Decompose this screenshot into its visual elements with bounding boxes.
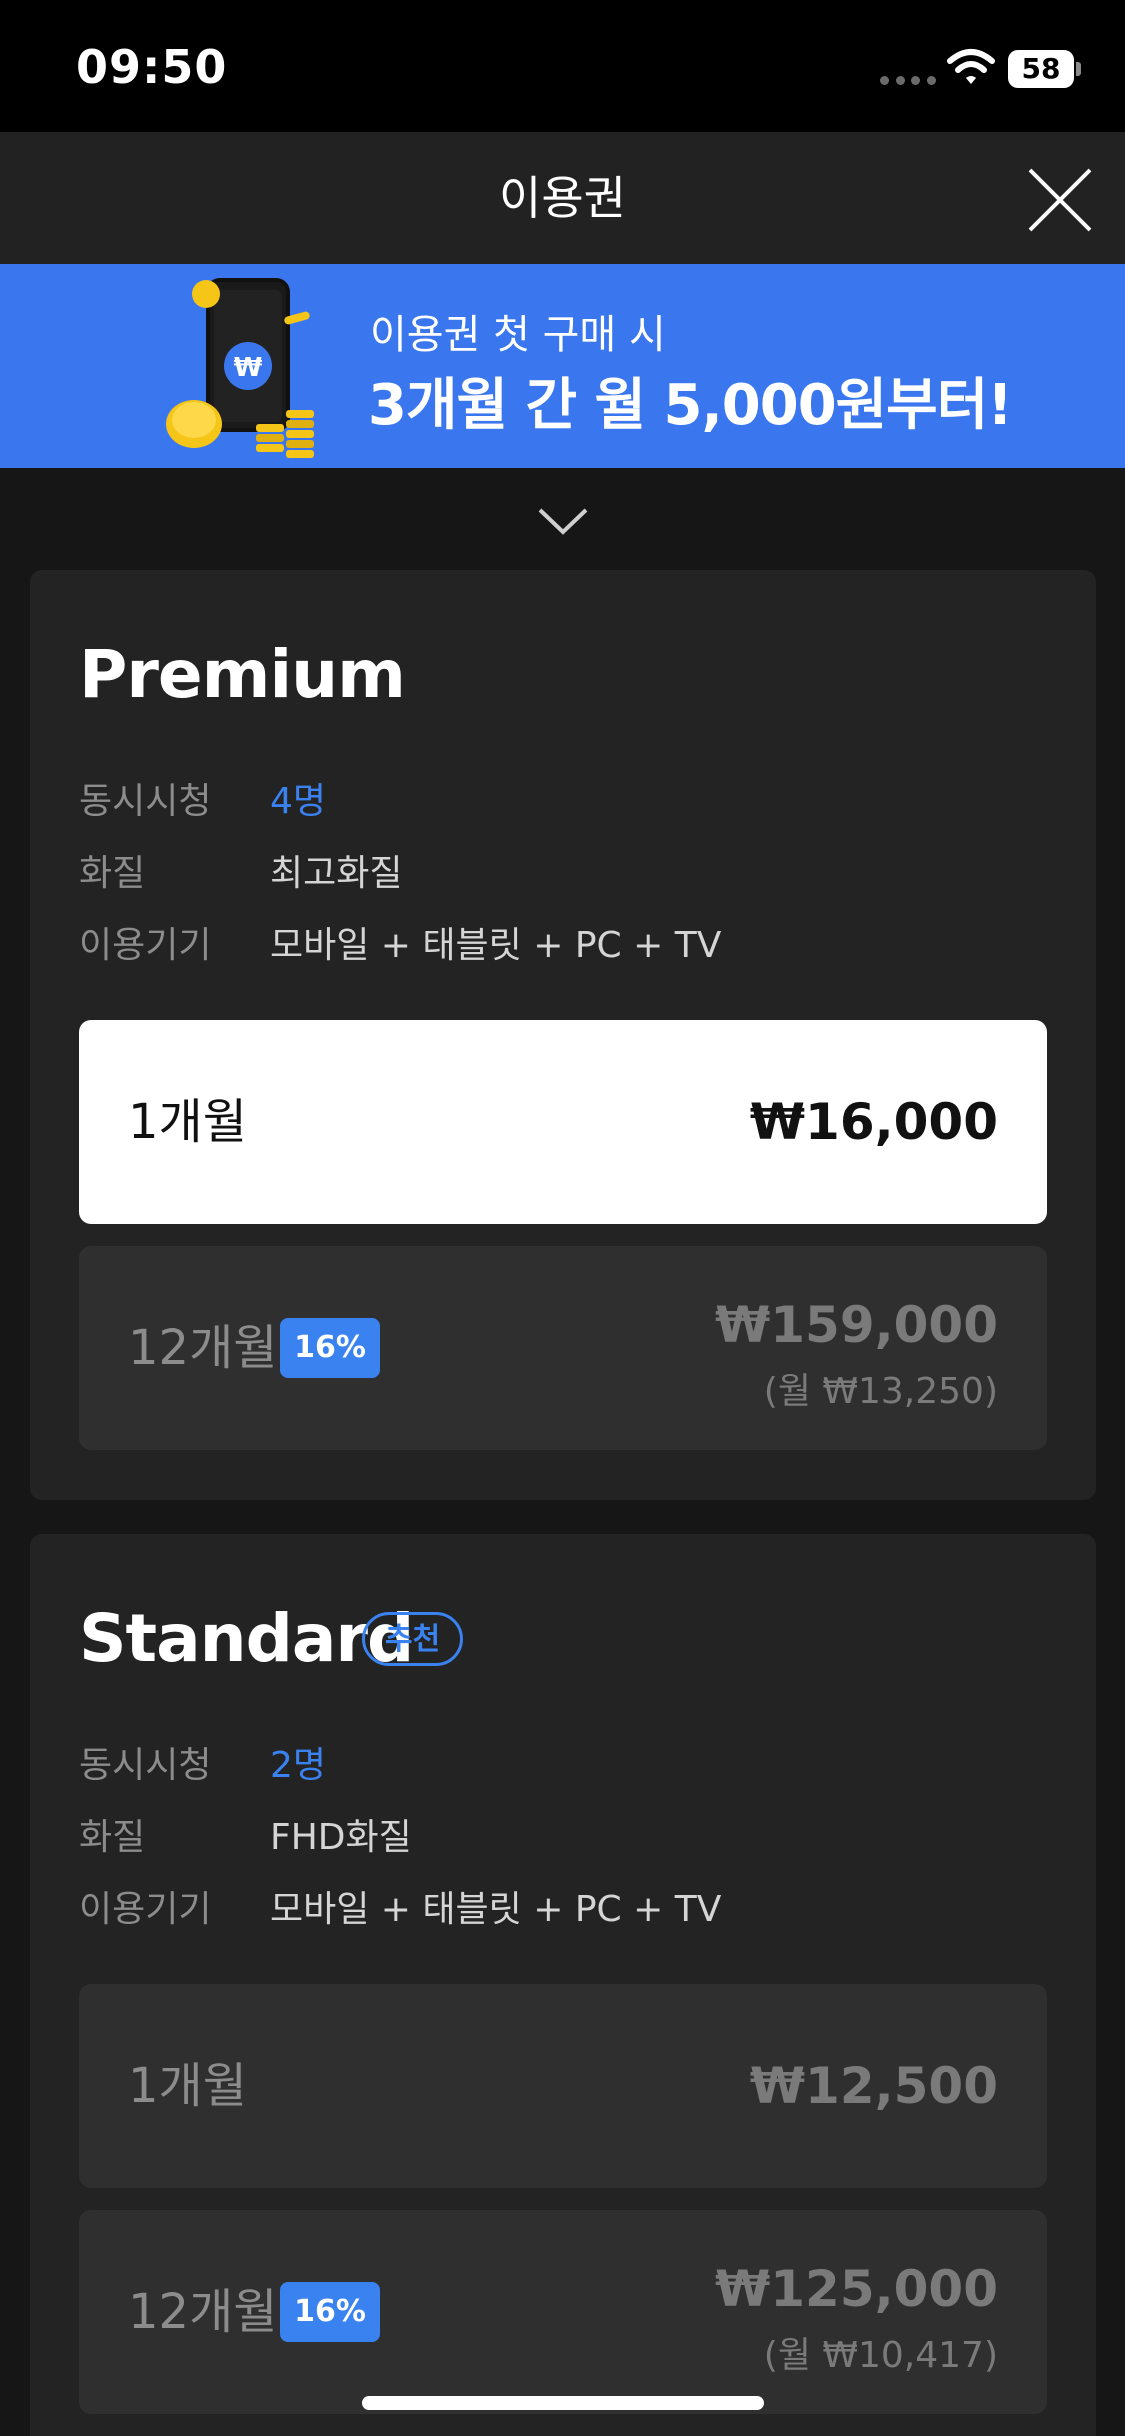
promo-title: 3개월 간 월 5,000원부터!: [368, 373, 1013, 438]
feature-value: 4명: [270, 781, 327, 822]
option-monthly-price: (월 ₩10,417): [763, 2335, 998, 2376]
page-title: 이용권: [499, 171, 626, 225]
discount-badge: 16%: [280, 1318, 380, 1378]
feature-label: 화질: [79, 853, 146, 894]
plan-card-standard: Standard 추천 동시시청 2명 화질 FHD화질 이용기기 모바일 + …: [30, 1534, 1096, 2436]
home-indicator[interactable]: [362, 2396, 764, 2410]
plan-option-1-month[interactable]: 1개월 ₩16,000: [79, 1020, 1047, 1224]
feature-label: 이용기기: [79, 1889, 212, 1930]
plan-option-12-month[interactable]: 12개월 16% ₩125,000 (월 ₩10,417): [79, 2210, 1047, 2414]
option-period: 12개월: [128, 2284, 278, 2340]
feature-value: 모바일 + 태블릿 + PC + TV: [270, 925, 722, 966]
recommended-badge: 추천: [362, 1612, 464, 1666]
battery-icon: 58: [1008, 50, 1081, 88]
plan-option-1-month[interactable]: 1개월 ₩12,500: [79, 1984, 1047, 2188]
feature-value: 모바일 + 태블릿 + PC + TV: [270, 1889, 722, 1930]
option-price: ₩12,500: [749, 2057, 998, 2115]
feature-label: 동시시청: [79, 781, 212, 822]
option-monthly-price: (월 ₩13,250): [763, 1371, 998, 1412]
option-period: 1개월: [128, 2058, 247, 2114]
phone-coins-illustration: ₩: [166, 278, 314, 458]
option-price: ₩159,000: [715, 1296, 998, 1354]
won-symbol: ₩: [234, 353, 263, 383]
discount-badge: 16%: [280, 2282, 380, 2342]
header: 이용권: [0, 132, 1125, 264]
close-icon[interactable]: [1016, 160, 1104, 240]
status-bar: 09:50 58: [0, 0, 1125, 132]
feature-label: 화질: [79, 1817, 146, 1858]
status-time: 09:50: [76, 40, 228, 94]
feature-label: 동시시청: [79, 1745, 212, 1786]
plan-name: Premium: [79, 636, 406, 713]
feature-value: 최고화질: [270, 853, 403, 894]
wifi-icon: [947, 49, 995, 84]
plan-card-premium: Premium 동시시청 4명 화질 최고화질 이용기기 모바일 + 태블릿 +…: [30, 570, 1096, 1500]
chevron-down-icon[interactable]: [534, 500, 592, 540]
feature-value: 2명: [270, 1745, 327, 1786]
feature-label: 이용기기: [79, 925, 212, 966]
feature-value: FHD화질: [270, 1817, 412, 1858]
signal-icon: [880, 76, 936, 86]
option-period: 1개월: [128, 1094, 247, 1150]
option-price: ₩125,000: [715, 2260, 998, 2318]
option-price: ₩16,000: [749, 1093, 998, 1151]
promo-subtitle: 이용권 첫 구매 시: [370, 312, 666, 358]
battery-level: 58: [1021, 52, 1061, 85]
plan-option-12-month[interactable]: 12개월 16% ₩159,000 (월 ₩13,250): [79, 1246, 1047, 1450]
option-period: 12개월: [128, 1320, 278, 1376]
